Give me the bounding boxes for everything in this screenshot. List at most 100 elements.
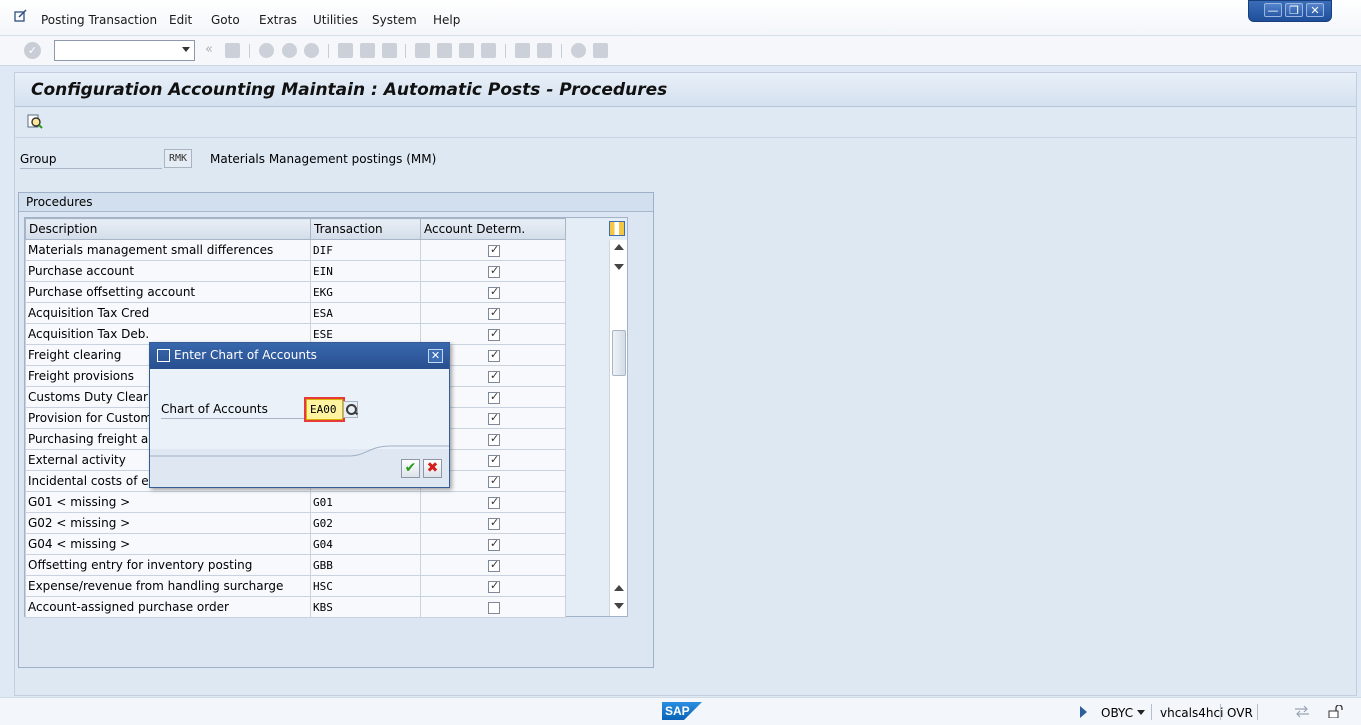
close-window-icon[interactable]: ✕ <box>1306 3 1324 17</box>
row-transaction[interactable]: G04 <box>310 533 421 555</box>
row-description[interactable]: Account-assigned purchase order <box>25 596 311 618</box>
back-icon[interactable] <box>259 43 274 58</box>
save-icon[interactable] <box>225 43 240 58</box>
row-description[interactable]: G04 < missing > <box>25 533 311 555</box>
dialog-close-icon[interactable]: ✕ <box>428 349 443 363</box>
command-field[interactable] <box>54 40 195 61</box>
table-row[interactable]: Acquisition Tax Cred ESA <box>25 302 566 324</box>
account-determ-checkbox[interactable] <box>488 432 500 446</box>
account-determ-checkbox[interactable] <box>488 601 500 614</box>
account-determ-checkbox[interactable] <box>488 558 500 572</box>
table-row[interactable]: Expense/revenue from handling surcharge H… <box>25 575 566 597</box>
account-determ-checkbox[interactable] <box>488 327 500 341</box>
account-determ-checkbox[interactable] <box>488 264 500 278</box>
customize-layout-icon[interactable] <box>593 43 608 58</box>
table-row[interactable]: G02 < missing > G02 <box>25 512 566 534</box>
print-icon[interactable] <box>338 43 353 58</box>
row-description[interactable]: Acquisition Tax Cred <box>25 302 311 324</box>
next-page-icon[interactable] <box>459 43 474 58</box>
row-description[interactable]: G02 < missing > <box>25 512 311 534</box>
menu-goto[interactable]: Goto <box>211 13 240 27</box>
group-value[interactable]: RMK <box>164 149 192 168</box>
account-determ-checkbox[interactable] <box>488 579 500 593</box>
scrollbar-thumb[interactable] <box>612 330 626 376</box>
menu-utilities[interactable]: Utilities <box>313 13 358 27</box>
first-page-icon[interactable] <box>415 43 430 58</box>
column-header-description[interactable]: Description <box>25 218 311 240</box>
row-transaction[interactable]: GBB <box>310 554 421 576</box>
table-row[interactable]: G04 < missing > G04 <box>25 533 566 555</box>
table-row[interactable]: Purchase account EIN <box>25 260 566 282</box>
account-determ-checkbox[interactable] <box>488 495 500 509</box>
row-transaction[interactable]: EIN <box>310 260 421 282</box>
find-icon[interactable] <box>360 43 375 58</box>
row-description[interactable]: Purchase account <box>25 260 311 282</box>
restore-icon[interactable]: ❐ <box>1285 3 1303 17</box>
help-icon[interactable] <box>571 43 586 58</box>
column-config-icon[interactable] <box>609 221 625 236</box>
row-transaction[interactable]: EKG <box>310 281 421 303</box>
new-session-icon[interactable] <box>515 43 530 58</box>
row-description[interactable]: Offsetting entry for inventory posting <box>25 554 311 576</box>
row-transaction[interactable]: KBS <box>310 596 421 618</box>
shortcut-icon[interactable] <box>537 43 552 58</box>
cancel-icon[interactable] <box>304 43 319 58</box>
account-determ-checkbox[interactable] <box>488 390 500 404</box>
row-description[interactable]: G01 < missing > <box>25 491 311 513</box>
row-transaction[interactable]: HSC <box>310 575 421 597</box>
confirm-button[interactable]: ✔ <box>401 459 420 478</box>
row-description[interactable]: Materials management small differences <box>25 239 311 261</box>
row-transaction[interactable]: DIF <box>310 239 421 261</box>
column-header-account-determ[interactable]: Account Determ. <box>420 218 566 240</box>
find-next-icon[interactable] <box>382 43 397 58</box>
menu-extras[interactable]: Extras <box>259 13 297 27</box>
exit-icon[interactable] <box>282 43 297 58</box>
account-determ-checkbox[interactable] <box>488 411 500 425</box>
table-row[interactable]: Account-assigned purchase order KBS <box>25 596 566 618</box>
previous-page-icon[interactable] <box>437 43 452 58</box>
vertical-scrollbar[interactable] <box>609 240 627 616</box>
chevron-down-icon[interactable] <box>182 47 190 52</box>
scroll-page-down-icon[interactable] <box>614 264 624 270</box>
account-determ-checkbox[interactable] <box>488 285 500 299</box>
menu-posting-transaction[interactable]: Posting Transaction <box>41 13 157 27</box>
chart-of-accounts-input[interactable]: EA00 <box>304 397 345 422</box>
table-row[interactable]: G01 < missing > G01 <box>25 491 566 513</box>
minimize-icon[interactable]: — <box>1264 3 1282 17</box>
details-search-icon[interactable] <box>27 114 43 130</box>
menu-edit[interactable]: Edit <box>169 13 192 27</box>
row-transaction[interactable]: G02 <box>310 512 421 534</box>
row-transaction[interactable]: ESA <box>310 302 421 324</box>
row-transaction[interactable]: G01 <box>310 491 421 513</box>
account-determ-checkbox[interactable] <box>488 306 500 320</box>
row-description[interactable]: Expense/revenue from handling surcharge <box>25 575 311 597</box>
account-determ-checkbox[interactable] <box>488 474 500 488</box>
enter-check-icon[interactable]: ✓ <box>24 42 41 59</box>
table-row[interactable]: Purchase offsetting account EKG <box>25 281 566 303</box>
transaction-code[interactable]: OBYC <box>1101 706 1133 720</box>
cancel-button[interactable]: ✖ <box>423 459 442 478</box>
account-determ-checkbox[interactable] <box>488 453 500 467</box>
account-determ-checkbox[interactable] <box>488 516 500 530</box>
app-menu-icon[interactable] <box>14 9 28 23</box>
scroll-page-up-icon[interactable] <box>614 585 624 591</box>
scroll-up-icon[interactable] <box>614 244 624 250</box>
menu-help[interactable]: Help <box>433 13 460 27</box>
scroll-down-icon[interactable] <box>614 603 624 609</box>
collapse-icon[interactable]: « <box>205 42 213 57</box>
status-toggle-icon[interactable] <box>1080 706 1087 718</box>
table-row[interactable]: Offsetting entry for inventory posting GB… <box>25 554 566 576</box>
account-determ-checkbox[interactable] <box>488 348 500 362</box>
account-determ-checkbox[interactable] <box>488 369 500 383</box>
menu-system[interactable]: System <box>372 13 417 27</box>
lock-icon[interactable] <box>1327 705 1343 718</box>
insert-mode[interactable]: OVR <box>1227 706 1253 720</box>
chevron-down-icon[interactable] <box>1137 710 1145 715</box>
value-help-search-icon[interactable] <box>343 401 358 418</box>
column-header-transaction[interactable]: Transaction <box>310 218 421 240</box>
row-description[interactable]: Purchase offsetting account <box>25 281 311 303</box>
table-row[interactable]: Materials management small differences DI… <box>25 239 566 261</box>
account-determ-checkbox[interactable] <box>488 243 500 257</box>
account-determ-checkbox[interactable] <box>488 537 500 551</box>
last-page-icon[interactable] <box>481 43 496 58</box>
